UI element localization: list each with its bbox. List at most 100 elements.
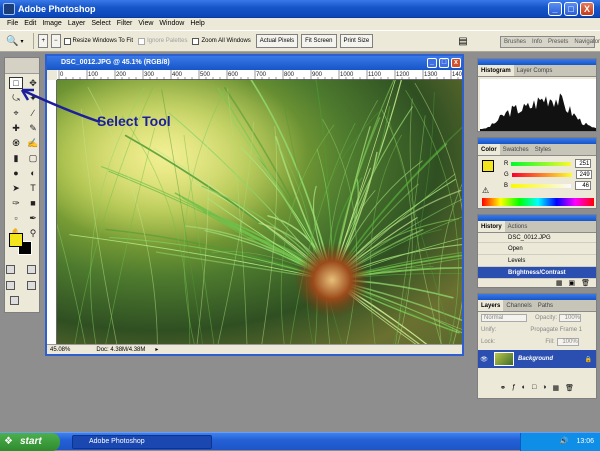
- link-layers-icon[interactable]: ⚭: [500, 384, 506, 392]
- maximize-button[interactable]: □: [564, 2, 578, 16]
- blue-slider[interactable]: [511, 183, 572, 188]
- tab-color[interactable]: Color: [478, 144, 500, 155]
- taskbar-item-photoshop[interactable]: Adobe Photoshop: [72, 435, 212, 449]
- type-tool-icon[interactable]: T: [26, 182, 40, 194]
- imageready-icon[interactable]: [10, 296, 19, 305]
- tab-actions[interactable]: Actions: [505, 221, 531, 232]
- propagate-frame-checkbox[interactable]: Propagate Frame 1: [530, 327, 582, 333]
- opacity-input[interactable]: 100%: [559, 314, 582, 322]
- eyedropper-tool-icon[interactable]: ✒: [26, 212, 40, 224]
- zoom-all-windows-checkbox[interactable]: Zoom All Windows: [192, 37, 251, 45]
- menu-layer[interactable]: Layer: [65, 18, 89, 30]
- menu-help[interactable]: Help: [187, 18, 207, 30]
- zoom-percentage[interactable]: 45.08%: [47, 347, 73, 353]
- new-group-icon[interactable]: □: [532, 384, 536, 392]
- close-button[interactable]: X: [580, 2, 594, 16]
- unify-label: Unify:: [481, 327, 497, 333]
- tab-histogram[interactable]: Histogram: [478, 65, 514, 76]
- toolbox-header[interactable]: [5, 58, 39, 74]
- minimize-button[interactable]: _: [548, 2, 562, 16]
- resize-windows-checkbox[interactable]: Resize Windows To Fit: [63, 37, 133, 45]
- history-panel: History Actions DSC_0012.JPG Open Levels…: [477, 214, 597, 288]
- ruler-label: 1100: [368, 72, 382, 78]
- pen-tool-icon[interactable]: ✑: [9, 197, 23, 209]
- document-close-icon[interactable]: x: [451, 58, 461, 68]
- history-item-levels[interactable]: Levels: [478, 255, 596, 267]
- zoom-in-icon[interactable]: +: [38, 34, 48, 48]
- document-minimize-icon[interactable]: _: [427, 58, 437, 68]
- green-slider[interactable]: [511, 172, 572, 177]
- new-document-icon[interactable]: ▦: [556, 279, 563, 289]
- menu-image[interactable]: Image: [39, 18, 64, 30]
- document-maximize-icon[interactable]: □: [439, 58, 449, 68]
- history-brush-tool-icon[interactable]: ✍: [26, 137, 40, 149]
- menu-file[interactable]: File: [4, 18, 21, 30]
- document-title-bar: DSC_0012.JPG @ 45.1% (RGB/8) _ □ x: [47, 56, 462, 70]
- tab-channels[interactable]: Channels: [503, 300, 534, 311]
- zoom-tool-icon[interactable]: ⚲: [26, 227, 40, 239]
- zoom-out-icon[interactable]: −: [50, 34, 61, 48]
- new-layer-icon[interactable]: ▦: [552, 384, 559, 392]
- menu-window[interactable]: Window: [156, 18, 187, 30]
- quick-mask-icon[interactable]: [27, 265, 36, 274]
- history-item-open[interactable]: Open: [478, 243, 596, 255]
- tab-layers[interactable]: Layers: [478, 300, 504, 311]
- history-item-brightness-contrast[interactable]: Brightness/Contrast: [478, 267, 596, 279]
- visibility-eye-icon[interactable]: 👁: [478, 356, 490, 363]
- blend-mode-select[interactable]: Normal: [481, 314, 527, 322]
- trash-icon[interactable]: 🗑: [581, 279, 590, 289]
- red-slider[interactable]: [511, 161, 572, 166]
- layer-mask-icon[interactable]: ◐: [522, 384, 526, 392]
- layer-row-background[interactable]: 👁 Background 🔒: [478, 350, 596, 368]
- clone-stamp-tool-icon[interactable]: ♼: [9, 137, 23, 149]
- eraser-tool-icon[interactable]: ▮: [9, 152, 23, 164]
- print-size-button[interactable]: Print Size: [339, 34, 374, 48]
- tab-swatches[interactable]: Swatches: [500, 144, 532, 155]
- foreground-color-swatch[interactable]: [9, 233, 23, 247]
- color-foreground-swatch[interactable]: [482, 160, 494, 172]
- ruler-label: 1300: [424, 72, 438, 78]
- adjustment-layer-icon[interactable]: ◑: [542, 384, 546, 392]
- green-value[interactable]: 249: [575, 170, 592, 179]
- standard-mode-icon[interactable]: [6, 265, 15, 274]
- tab-navigator[interactable]: Navigator: [571, 37, 600, 47]
- gamut-warning-icon: ⚠: [482, 186, 490, 195]
- volume-icon[interactable]: 🔊: [560, 438, 569, 445]
- layer-style-icon[interactable]: ƒ: [512, 384, 516, 392]
- tab-brushes[interactable]: Brushes: [501, 37, 529, 47]
- history-snapshot[interactable]: DSC_0012.JPG: [478, 233, 596, 243]
- tab-paths[interactable]: Paths: [535, 300, 556, 311]
- status-menu-arrow-icon[interactable]: ▸: [152, 346, 161, 353]
- tool-preset-dropdown-icon[interactable]: ▾: [20, 38, 23, 45]
- zoom-tool-icon[interactable]: 🔍: [6, 36, 18, 47]
- fit-screen-button[interactable]: Fit Screen: [301, 34, 337, 48]
- screen-mode-full-icon[interactable]: [27, 281, 36, 290]
- blur-tool-icon[interactable]: ●: [9, 167, 23, 179]
- tab-presets[interactable]: Presets: [545, 37, 571, 47]
- path-selection-tool-icon[interactable]: ➤: [9, 182, 23, 194]
- shape-tool-icon[interactable]: ■: [26, 197, 40, 209]
- menu-select[interactable]: Select: [88, 18, 113, 30]
- actual-pixels-button[interactable]: Actual Pixels: [255, 34, 299, 48]
- screen-mode-standard-icon[interactable]: [6, 281, 15, 290]
- tab-layer-comps[interactable]: Layer Comps: [514, 65, 556, 76]
- ignore-palettes-checkbox[interactable]: Ignore Palettes: [138, 37, 187, 45]
- tab-history[interactable]: History: [478, 221, 505, 232]
- notes-tool-icon[interactable]: ▫: [9, 212, 23, 224]
- menu-filter[interactable]: Filter: [114, 18, 136, 30]
- tab-styles[interactable]: Styles: [532, 144, 554, 155]
- histogram-graph: [480, 79, 596, 131]
- dodge-tool-icon[interactable]: ◐: [26, 167, 40, 179]
- delete-layer-icon[interactable]: 🗑: [565, 384, 574, 392]
- red-value[interactable]: 251: [575, 159, 592, 168]
- gradient-tool-icon[interactable]: ▢: [26, 152, 40, 164]
- horizontal-ruler: 0 100 200 300 400 500 600 700 800 900 1000 1100 1200…: [57, 70, 473, 80]
- fill-input[interactable]: 100%: [556, 338, 579, 346]
- color-ramp[interactable]: [482, 198, 594, 206]
- blue-value[interactable]: 46: [575, 181, 592, 190]
- file-browser-icon[interactable]: ▤: [458, 36, 467, 47]
- tab-info[interactable]: Info: [529, 37, 545, 47]
- new-snapshot-icon[interactable]: ▣: [568, 279, 575, 289]
- menu-edit[interactable]: Edit: [21, 18, 39, 30]
- menu-view[interactable]: View: [135, 18, 156, 30]
